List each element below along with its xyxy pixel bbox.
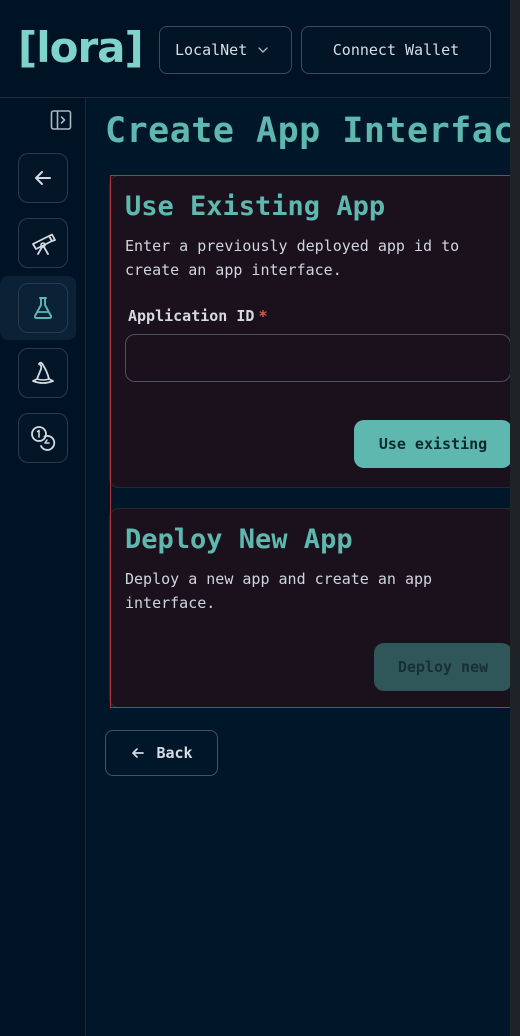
top-header: [lora] LocalNet Connect Wallet (0, 0, 510, 98)
application-id-label: Application ID * (128, 307, 267, 325)
use-existing-title: Use Existing App (125, 191, 386, 222)
wizard-hat-icon (32, 361, 54, 384)
network-select-value: LocalNet (175, 41, 248, 59)
connect-wallet-button[interactable]: Connect Wallet (301, 26, 491, 74)
panel-toggle-icon[interactable] (49, 108, 73, 132)
main-content: Create App Interface Use Existing App En… (87, 99, 510, 1036)
sidebar-item-fund[interactable] (18, 413, 68, 463)
back-label: Back (156, 744, 193, 762)
deploy-new-app-card: Deploy New App Deploy a new app and crea… (109, 508, 510, 708)
app-window: [lora] LocalNet Connect Wallet Create Ap… (0, 0, 520, 1036)
use-existing-app-card: Use Existing App Enter a previously depl… (109, 175, 510, 488)
arrow-left-icon (35, 171, 51, 185)
sidebar (0, 98, 86, 1036)
flask-icon (33, 297, 53, 319)
application-id-input[interactable] (125, 334, 510, 382)
deploy-new-description: Deploy a new app and create an app inter… (125, 570, 433, 612)
deploy-new-button[interactable]: Deploy new (374, 643, 510, 691)
deploy-new-title: Deploy New App (125, 524, 353, 555)
required-marker: * (258, 307, 268, 325)
back-button[interactable]: Back (105, 730, 218, 776)
sidebar-item-app-lab[interactable] (18, 283, 68, 333)
chevron-down-icon (258, 47, 268, 53)
arrow-left-icon (132, 748, 145, 758)
telescope-icon (32, 233, 56, 255)
sidebar-item-explore[interactable] (18, 218, 68, 268)
use-existing-description: Enter a previously deployed app id to cr… (125, 237, 460, 279)
sidebar-item-transaction-wizard[interactable] (18, 348, 68, 398)
lora-logo[interactable]: [lora] (18, 22, 144, 74)
coins-icon (31, 426, 56, 451)
page-title: Create App Interface (105, 111, 510, 151)
application-id-label-text: Application ID (128, 307, 255, 325)
network-select[interactable]: LocalNet (159, 26, 292, 74)
use-existing-button[interactable]: Use existing (354, 420, 510, 468)
sidebar-item-back[interactable] (18, 153, 68, 203)
